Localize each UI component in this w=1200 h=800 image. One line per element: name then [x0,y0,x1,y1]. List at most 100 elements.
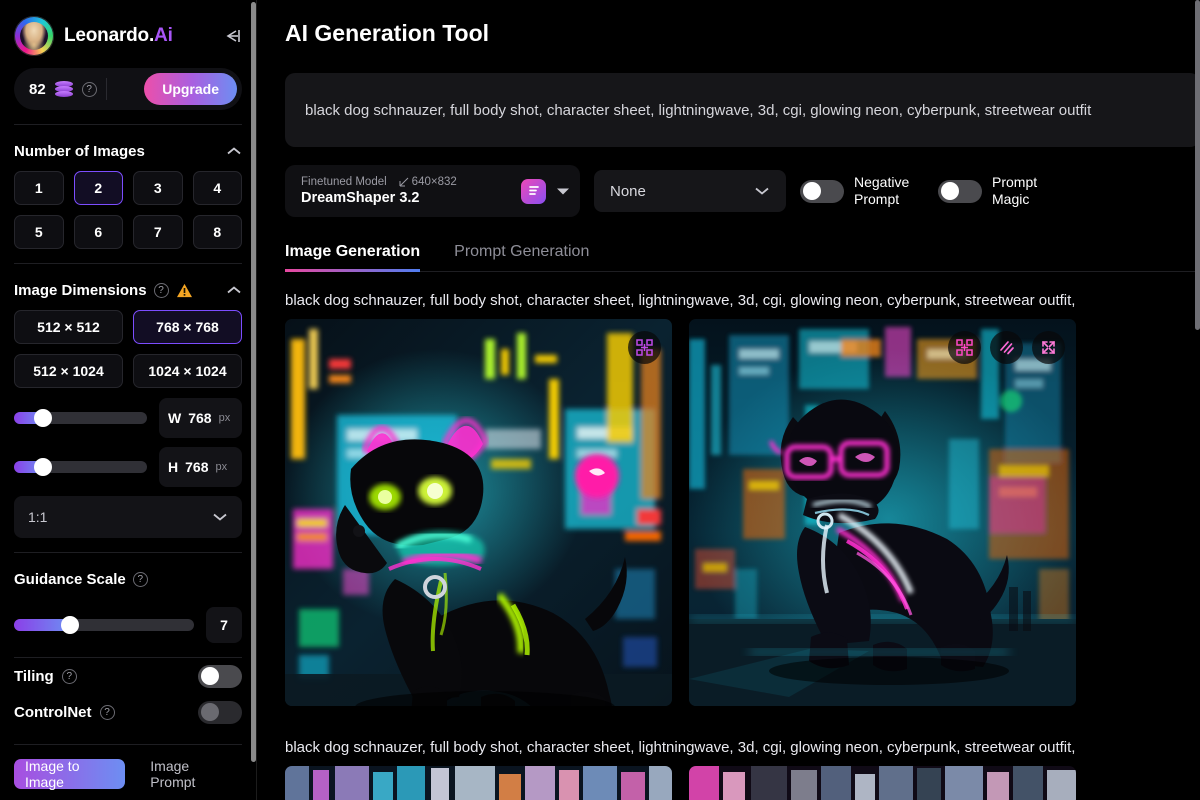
dimension-preset-512x512[interactable]: 512 × 512 [14,310,123,344]
number-of-images-header[interactable]: Number of Images [14,131,242,171]
coins-icon [54,81,73,97]
model-resolution-text: 640×832 [411,176,457,188]
image-count-option-2[interactable]: 2 [73,171,123,205]
height-label: H [168,459,179,475]
controlnet-row: ControlNet ? [14,694,242,730]
result-prompt-2: black dog schnauzer, full body shot, cha… [285,739,1076,756]
tiling-toggle[interactable] [198,664,242,688]
width-slider[interactable] [14,409,147,427]
guidance-scale-help-icon[interactable]: ? [132,571,148,587]
model-text: Finetuned Model 640×832 DreamShaper 3.2 [301,176,457,206]
generated-image-3[interactable] [285,766,672,800]
warning-triangle-icon [176,283,192,297]
expand-arrows-icon-button[interactable] [1032,331,1065,364]
brand-title: Leonardo.Ai [64,25,173,47]
negative-prompt-label: Negative Prompt [854,173,910,207]
brand-row: Leonardo.Ai [14,0,242,64]
height-slider-knob[interactable] [34,458,53,476]
credits-divider [105,78,107,100]
controlnet-toggle[interactable] [198,700,242,724]
tab-image-to-image[interactable]: Image to Image [14,758,126,790]
controlnet-help-icon[interactable]: ? [99,704,115,720]
credits-bar: 82 ? Upgrade [14,68,242,110]
image-count-option-1[interactable]: 1 [14,171,64,205]
generated-image-1[interactable] [285,319,672,706]
guidance-scale-slider[interactable] [14,616,194,634]
tiling-help-icon[interactable]: ? [61,668,77,684]
generated-image-2-art [689,319,1076,706]
dimension-presets-row-1: 512 × 512 768 × 768 [14,310,242,344]
image-count-option-6[interactable]: 6 [73,215,123,249]
image-dimensions-header[interactable]: Image Dimensions ? [14,270,242,310]
upscale-grid-icon-button[interactable] [948,331,981,364]
tiling-row: Tiling ? [14,658,242,694]
negative-prompt-control: Negative Prompt [800,174,924,208]
main-scrollbar[interactable] [1195,0,1200,330]
guidance-scale-value[interactable]: 7 [206,607,242,643]
generated-image-1-art [285,319,672,706]
prompt-input[interactable]: black dog schnauzer, full body shot, cha… [285,73,1200,147]
variation-lines-icon-button[interactable] [990,331,1023,364]
height-value-box[interactable]: H 768 px [159,447,242,487]
prompt-magic-toggle[interactable] [938,179,982,203]
chevron-up-icon[interactable] [226,285,242,295]
credits-help-icon[interactable]: ? [81,81,97,97]
image-dimensions-help-icon[interactable]: ? [153,282,169,298]
number-of-images-row-1: 1 2 3 4 [14,171,242,205]
result-image-row-2 [285,766,1200,800]
model-thumbnail-icon [521,178,546,204]
guidance-scale-title: Guidance Scale [14,570,126,588]
model-selector[interactable]: Finetuned Model 640×832 DreamShaper 3.2 [285,165,580,217]
dimension-preset-768x768[interactable]: 768 × 768 [133,310,242,344]
variation-lines-icon [1000,341,1014,355]
sidebar-scrollbar[interactable] [251,2,256,762]
upscale-grid-icon-button[interactable] [628,331,661,364]
image-count-option-8[interactable]: 8 [192,215,242,249]
image-count-option-7[interactable]: 7 [133,215,183,249]
guidance-scale-knob[interactable] [60,616,79,634]
height-slider[interactable] [14,458,147,476]
controlnet-label: ControlNet [14,703,92,721]
prompt-magic-control: Prompt Magic [938,174,1062,208]
generated-image-2-actions [948,331,1065,364]
number-of-images-row-2: 5 6 7 8 [14,215,242,249]
dimension-preset-512x1024[interactable]: 512 × 1024 [14,354,123,388]
width-value: 768 [188,410,212,426]
divider [14,552,242,553]
credit-amount: 82 [29,80,46,98]
model-type-label: Finetuned Model [301,176,387,188]
height-value: 768 [185,459,209,475]
upscale-grid-icon [636,339,653,356]
tab-image-generation[interactable]: Image Generation [285,243,421,272]
arrow-left-to-line-icon [226,30,240,42]
model-resolution: 640×832 [399,176,457,188]
width-slider-knob[interactable] [34,409,53,427]
divider [14,124,242,125]
image-count-option-3[interactable]: 3 [133,171,183,205]
image-input-tabs: Image to Image Image Prompt [14,758,242,790]
image-count-option-4[interactable]: 4 [192,171,242,205]
dimension-preset-1024x1024[interactable]: 1024 × 1024 [133,354,242,388]
chevron-down-icon [213,513,227,521]
tab-prompt-generation[interactable]: Prompt Generation [454,243,589,271]
tiling-label: Tiling [14,667,54,685]
upgrade-button[interactable]: Upgrade [144,73,237,105]
tab-image-prompt[interactable]: Image Prompt [139,758,242,790]
guidance-scale-control: 7 [14,607,242,643]
negative-prompt-toggle[interactable] [800,179,844,203]
prompt-magic-label: Prompt Magic [992,173,1038,207]
chevron-up-icon[interactable] [226,146,242,156]
caret-down-icon[interactable] [556,187,570,196]
style-select[interactable]: None [594,170,786,212]
result-prompt-1: black dog schnauzer, full body shot, cha… [285,292,1076,309]
generated-image-4[interactable] [689,766,1076,800]
width-value-box[interactable]: W 768 px [159,398,242,438]
generated-image-2[interactable] [689,319,1076,706]
sidebar-collapse-button[interactable] [216,23,242,49]
aspect-ratio-select[interactable]: 1:1 [14,496,242,538]
model-name: DreamShaper 3.2 [301,190,420,206]
height-unit: px [215,461,228,473]
height-control: H 768 px [14,447,242,487]
image-count-option-5[interactable]: 5 [14,215,64,249]
width-control: W 768 px [14,398,242,438]
